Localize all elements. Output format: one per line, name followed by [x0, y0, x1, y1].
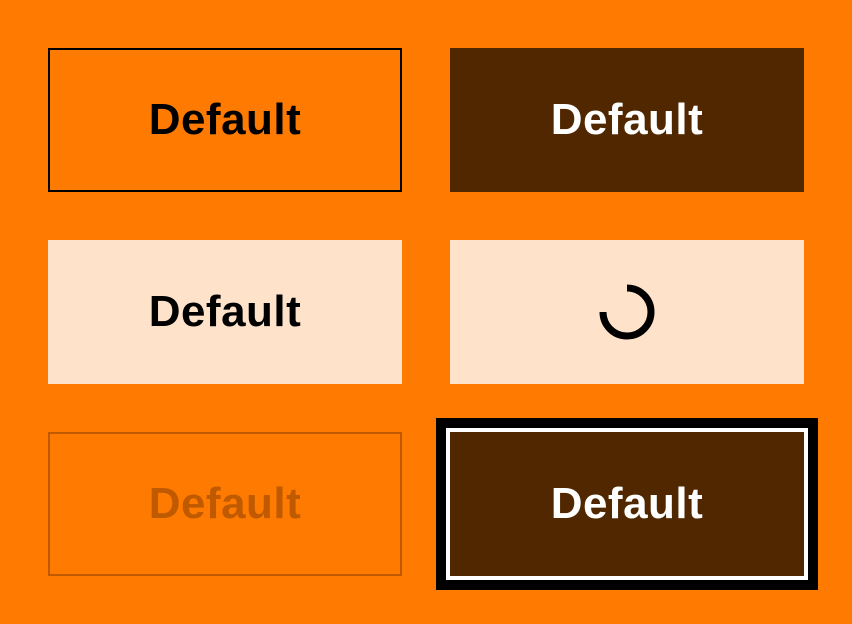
focused-button[interactable]: Default — [446, 428, 808, 580]
loading-spinner-icon — [599, 284, 655, 340]
focus-ring: Default — [436, 418, 818, 590]
loading-button[interactable] — [450, 240, 804, 384]
button-states-canvas: Default Default Default Default Default — [0, 0, 852, 624]
solid-dark-button[interactable]: Default — [450, 48, 804, 192]
outline-button[interactable]: Default — [48, 48, 402, 192]
disabled-button: Default — [48, 432, 402, 576]
light-button[interactable]: Default — [48, 240, 402, 384]
